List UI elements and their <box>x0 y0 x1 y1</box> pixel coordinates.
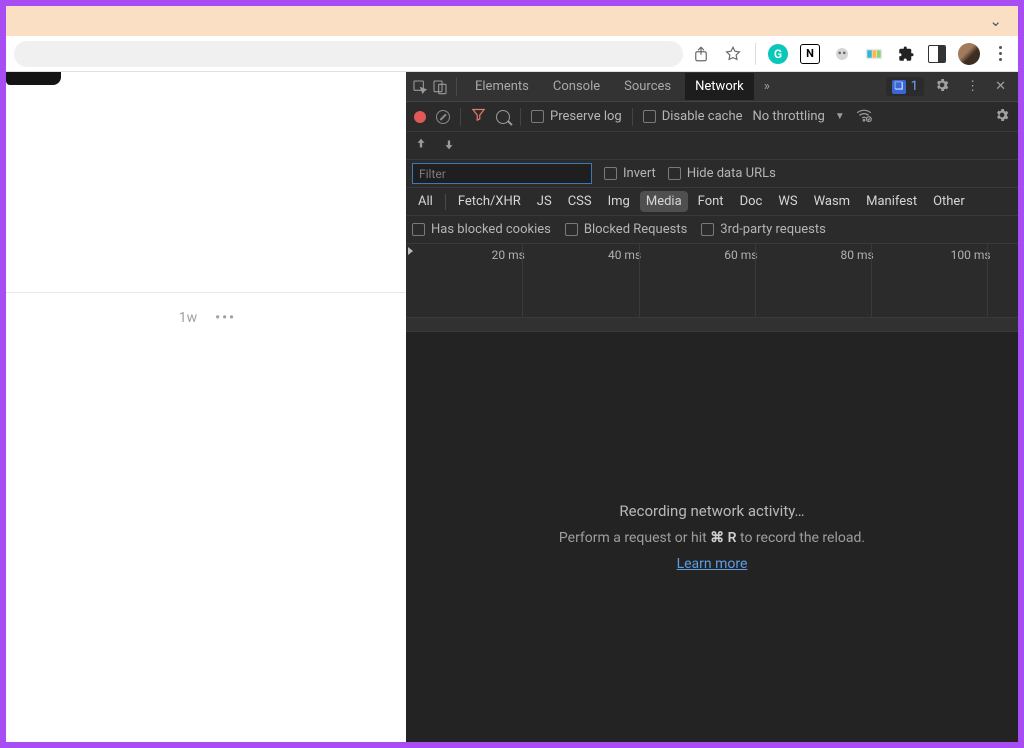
type-js[interactable]: JS <box>531 191 558 212</box>
devtools-settings-icon[interactable] <box>928 77 956 97</box>
url-bar[interactable] <box>14 41 683 67</box>
grammarly-icon[interactable]: G <box>768 44 788 64</box>
type-manifest[interactable]: Manifest <box>860 191 923 212</box>
profile-avatar[interactable] <box>958 43 980 65</box>
filter-row: Invert Hide data URLs <box>406 160 1018 188</box>
page-content: 1w ••• <box>6 72 406 742</box>
timeline[interactable]: 20 ms 40 ms 60 ms 80 ms 100 ms <box>406 244 1018 332</box>
type-filter-row: All Fetch/XHR JS CSS Img Media Font Doc … <box>406 188 1018 216</box>
tab-console[interactable]: Console <box>543 73 610 100</box>
main-area: 1w ••• Elements Console Sources Network … <box>6 72 1018 742</box>
type-font[interactable]: Font <box>692 191 730 212</box>
timeline-tick: 20 ms <box>492 248 525 262</box>
type-ws[interactable]: WS <box>772 191 803 212</box>
block-filter-row: Has blocked cookies Blocked Requests 3rd… <box>406 216 1018 244</box>
tab-elements[interactable]: Elements <box>465 73 539 100</box>
empty-title: Recording network activity… <box>619 502 804 520</box>
timeline-start-caret-icon <box>408 247 413 255</box>
post-age: 1w <box>179 310 197 326</box>
notion-icon[interactable]: N <box>800 44 820 64</box>
third-party-checkbox[interactable]: 3rd-party requests <box>701 222 826 237</box>
issues-button[interactable]: ❏ 1 <box>886 77 924 96</box>
tab-network[interactable]: Network <box>685 73 754 100</box>
post-more-icon[interactable]: ••• <box>215 310 236 326</box>
toolbar-icons: G N <box>691 43 1018 65</box>
type-css[interactable]: CSS <box>562 191 598 212</box>
type-wasm[interactable]: Wasm <box>808 191 857 212</box>
throttling-select[interactable]: No throttling <box>753 109 825 124</box>
devtools-menu-icon[interactable]: ⋮ <box>960 79 985 94</box>
timeline-tick: 40 ms <box>608 248 641 262</box>
import-har-icon[interactable] <box>414 137 428 155</box>
timeline-tick: 80 ms <box>841 248 874 262</box>
post-meta: 1w ••• <box>179 310 236 326</box>
issues-icon: ❏ <box>892 80 906 94</box>
side-panel-toggle-icon[interactable] <box>928 45 946 63</box>
devtools: Elements Console Sources Network » ❏ 1 ⋮… <box>406 72 1018 742</box>
learn-more-link[interactable]: Learn more <box>677 556 748 572</box>
network-toolbar-2 <box>406 132 1018 160</box>
cmd-r-shortcut: ⌘ R <box>710 530 736 546</box>
filter-input[interactable] <box>412 163 592 184</box>
extensions-puzzle-icon[interactable] <box>896 44 916 64</box>
blocked-cookies-checkbox[interactable]: Has blocked cookies <box>412 222 551 237</box>
inspect-element-icon[interactable] <box>412 79 428 95</box>
type-img[interactable]: Img <box>602 191 636 212</box>
browser-toolbar: G N <box>6 36 1018 72</box>
browser-menu-icon[interactable] <box>992 46 1008 62</box>
devtools-close-icon[interactable]: ✕ <box>989 79 1012 94</box>
more-tabs-icon[interactable]: » <box>758 79 776 94</box>
network-toolbar: Preserve log Disable cache No throttling… <box>406 102 1018 132</box>
page-header-corner <box>6 72 61 85</box>
clear-button[interactable] <box>436 110 450 124</box>
divider <box>6 292 406 293</box>
search-icon[interactable] <box>496 110 510 124</box>
extension-octo-icon[interactable] <box>832 44 852 64</box>
tab-sources[interactable]: Sources <box>614 73 681 100</box>
type-doc[interactable]: Doc <box>734 191 769 212</box>
blocked-requests-checkbox[interactable]: Blocked Requests <box>565 222 687 237</box>
type-fetchxhr[interactable]: Fetch/XHR <box>452 191 527 212</box>
filter-toggle-icon[interactable] <box>471 107 486 126</box>
timeline-tick: 100 ms <box>951 248 991 262</box>
record-button[interactable] <box>414 111 426 123</box>
type-all[interactable]: All <box>412 191 439 212</box>
share-icon[interactable] <box>691 44 711 64</box>
network-conditions-icon[interactable] <box>855 106 873 128</box>
devtools-tabbar: Elements Console Sources Network » ❏ 1 ⋮… <box>406 72 1018 102</box>
preserve-log-checkbox[interactable]: Preserve log <box>531 109 622 124</box>
type-other[interactable]: Other <box>927 191 971 212</box>
issues-count: 1 <box>911 79 918 94</box>
hide-data-urls-checkbox[interactable]: Hide data URLs <box>668 166 776 181</box>
type-media[interactable]: Media <box>640 191 688 212</box>
extension-colored-icon[interactable] <box>864 44 884 64</box>
empty-hint: Perform a request or hit ⌘ R to record t… <box>559 530 865 546</box>
chevron-down-icon[interactable]: ⌄ <box>989 12 1002 30</box>
star-icon[interactable] <box>723 44 743 64</box>
disable-cache-checkbox[interactable]: Disable cache <box>643 109 743 124</box>
empty-state: Recording network activity… Perform a re… <box>406 332 1018 742</box>
network-settings-icon[interactable] <box>994 107 1010 127</box>
throttling-caret-icon[interactable]: ▼ <box>835 111 845 122</box>
device-toggle-icon[interactable] <box>432 79 448 95</box>
top-banner: ⌄ <box>6 6 1018 36</box>
invert-checkbox[interactable]: Invert <box>604 166 656 181</box>
export-har-icon[interactable] <box>442 137 456 155</box>
timeline-tick: 60 ms <box>724 248 757 262</box>
